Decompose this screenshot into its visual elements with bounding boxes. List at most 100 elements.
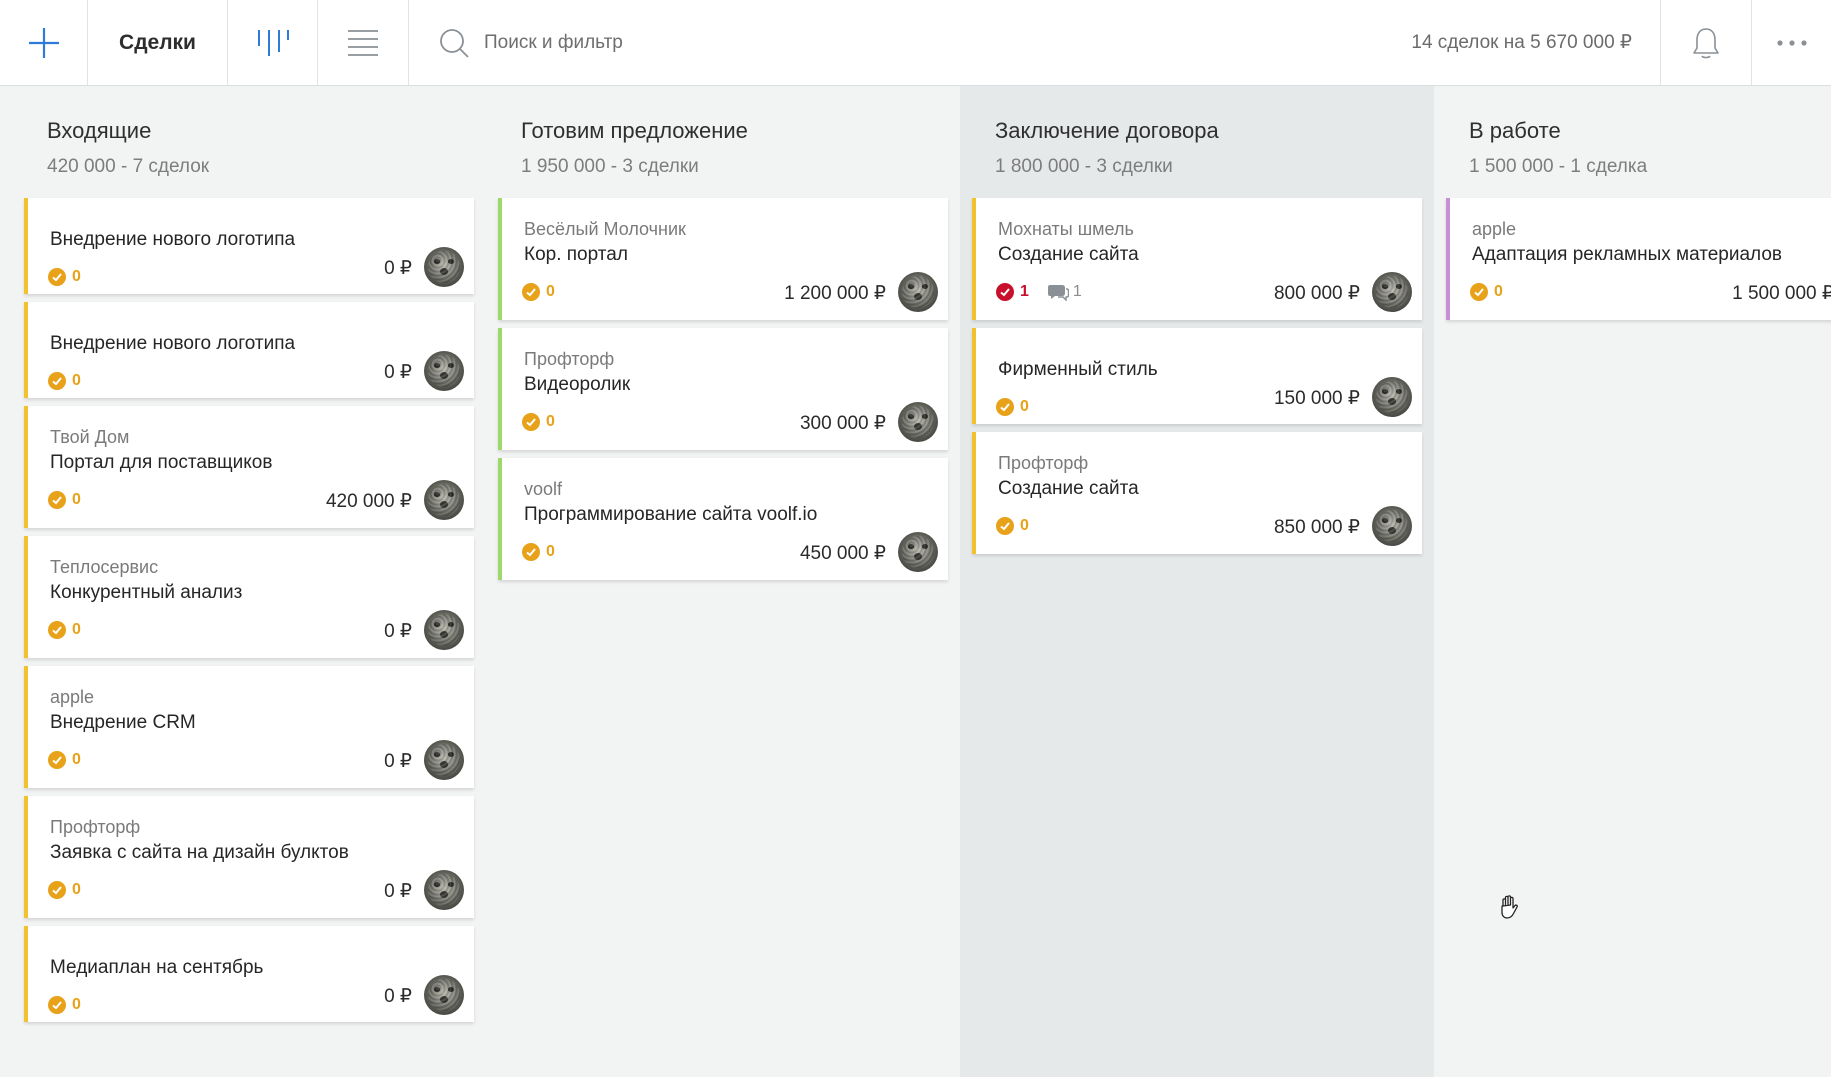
task-count: 0: [72, 621, 81, 638]
list-view-button[interactable]: [318, 0, 408, 85]
deal-card[interactable]: apple Адаптация рекламных материалов 0 1…: [1446, 198, 1831, 320]
deal-comments: 1: [1047, 283, 1082, 301]
search-icon: [440, 28, 469, 58]
deal-name: Фирменный стиль: [998, 359, 1158, 380]
column-preparing-offer: Готовим предложение 1 950 000 - 3 сделки…: [474, 86, 948, 1077]
search-bar[interactable]: [438, 0, 864, 85]
check-circle-icon: [522, 543, 540, 561]
deal-card[interactable]: Профторф Создание сайта 0 850 000 ₽: [972, 432, 1422, 554]
deal-card[interactable]: apple Внедрение CRM 0 0 ₽: [24, 666, 474, 788]
avatar[interactable]: [898, 402, 938, 442]
check-circle-icon: [996, 398, 1014, 416]
avatar[interactable]: [898, 272, 938, 312]
deal-company: Твой Дом: [50, 427, 130, 447]
avatar[interactable]: [424, 480, 464, 520]
check-circle-icon: [996, 517, 1014, 535]
avatar[interactable]: [424, 247, 464, 287]
divider: [408, 0, 409, 85]
deal-name: Видеоролик: [524, 374, 631, 395]
deal-amount: 0 ₽: [384, 258, 412, 279]
deal-tasks: 0: [48, 491, 81, 509]
task-count: 0: [546, 283, 555, 300]
bell-icon: [1693, 27, 1719, 58]
deal-amount: 0 ₽: [384, 362, 412, 383]
deal-amount: 0 ₽: [384, 986, 412, 1007]
column-in-progress: В работе 1 500 000 - 1 сделка apple Адап…: [1434, 86, 1831, 1077]
deal-amount: 450 000 ₽: [799, 543, 886, 564]
task-count: 0: [546, 413, 555, 430]
task-count: 0: [72, 491, 81, 508]
avatar[interactable]: [424, 740, 464, 780]
deal-tasks: 0: [48, 372, 81, 390]
avatar[interactable]: [424, 870, 464, 910]
deal-name: Кор. портал: [524, 244, 628, 265]
deal-tasks: 0: [522, 283, 555, 301]
avatar[interactable]: [1372, 272, 1412, 312]
check-circle-icon: [48, 268, 66, 286]
task-count: 0: [1494, 283, 1503, 300]
comment-icon: [1047, 285, 1069, 301]
comment-count: 1: [1072, 283, 1082, 300]
kanban-board: Входящие 420 000 - 7 сделок Внедрение но…: [0, 86, 1831, 1077]
task-count: 0: [72, 996, 81, 1013]
deal-name: Внедрение нового логотипа: [50, 333, 296, 354]
deal-card[interactable]: Медиаплан на сентябрь 0 0 ₽: [24, 926, 474, 1022]
deal-card[interactable]: Профторф Заявка с сайта на дизайн булкто…: [24, 796, 474, 918]
deal-amount: 0 ₽: [384, 751, 412, 772]
column-summary: 420 000 - 7 сделок: [47, 156, 210, 177]
deal-amount: 150 000 ₽: [1273, 388, 1360, 409]
top-bar: Сделки 14 сделок на 5 670 000 ₽: [0, 0, 1831, 86]
deal-name: Программирование сайта voolf.io: [524, 504, 818, 525]
column-title: Входящие: [47, 118, 152, 143]
deal-card[interactable]: Весёлый Молочник Кор. портал 0 1 200 000…: [498, 198, 948, 320]
avatar[interactable]: [1372, 506, 1412, 546]
check-circle-icon: [48, 996, 66, 1014]
deal-name: Адаптация рекламных материалов: [1472, 244, 1783, 265]
task-count: 0: [72, 751, 81, 768]
check-circle-icon: [1470, 283, 1488, 301]
deal-card[interactable]: Внедрение нового логотипа 0 0 ₽: [24, 198, 474, 294]
column-summary: 1 950 000 - 3 сделки: [521, 156, 699, 177]
deal-tasks: 0: [522, 543, 555, 561]
deal-card[interactable]: Теплосервис Конкурентный анализ 0 0 ₽: [24, 536, 474, 658]
deal-amount: 300 000 ₽: [799, 413, 886, 434]
deal-name: Медиаплан на сентябрь: [50, 957, 264, 978]
more-icon: [1776, 39, 1807, 46]
deal-card[interactable]: Мохнаты шмель Создание сайта 1 1 800 000…: [972, 198, 1422, 320]
task-count: 0: [546, 543, 555, 560]
column-contract-signing: Заключение договора 1 800 000 - 3 сделки…: [960, 86, 1434, 1077]
deal-card[interactable]: Твой Дом Портал для поставщиков 0 420 00…: [24, 406, 474, 528]
deal-tasks: 0: [48, 996, 81, 1014]
task-count: 0: [1020, 398, 1029, 415]
deal-card[interactable]: Фирменный стиль 0 150 000 ₽: [972, 328, 1422, 424]
deal-tasks: 0: [996, 398, 1029, 416]
deal-amount: 0 ₽: [384, 621, 412, 642]
avatar[interactable]: [424, 351, 464, 391]
column-title: Готовим предложение: [521, 118, 748, 143]
check-circle-icon: [48, 372, 66, 390]
deal-company: voolf: [524, 479, 563, 499]
column-summary: 1 800 000 - 3 сделки: [995, 156, 1173, 177]
add-deal-button[interactable]: [0, 0, 87, 85]
kanban-view-button[interactable]: [228, 0, 317, 85]
search-input[interactable]: [484, 31, 864, 54]
deal-amount: 1 500 000 ₽: [1732, 283, 1831, 304]
column-summary: 1 500 000 - 1 сделка: [1469, 156, 1648, 177]
deal-card[interactable]: Профторф Видеоролик 0 300 000 ₽: [498, 328, 948, 450]
deal-card[interactable]: voolf Программирование сайта voolf.io 0 …: [498, 458, 948, 580]
deal-tasks: 1 1: [996, 283, 1082, 301]
avatar[interactable]: [424, 610, 464, 650]
deal-card[interactable]: Внедрение нового логотипа 0 0 ₽: [24, 302, 474, 398]
grab-hand-cursor: [1501, 895, 1518, 919]
avatar[interactable]: [424, 975, 464, 1015]
avatar[interactable]: [898, 532, 938, 572]
notifications-button[interactable]: [1661, 0, 1751, 85]
more-menu-button[interactable]: [1752, 0, 1831, 85]
deal-company: Профторф: [50, 817, 141, 837]
check-circle-icon: [522, 283, 540, 301]
avatar[interactable]: [1372, 377, 1412, 417]
deal-company: apple: [50, 687, 95, 707]
plus-icon: [28, 27, 59, 58]
deal-tasks: 0: [522, 413, 555, 431]
deal-name: Создание сайта: [998, 478, 1139, 499]
